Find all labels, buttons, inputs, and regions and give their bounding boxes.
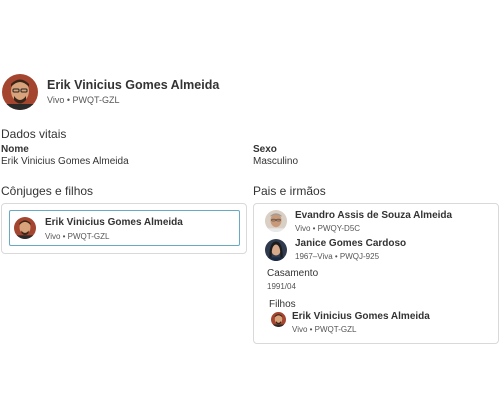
marriage-date: 1991/04 — [267, 282, 296, 291]
name-label: Nome — [1, 144, 29, 155]
spouses-children-card: Erik Vinicius Gomes Almeida Vivo • PWQT-… — [1, 203, 247, 254]
child-sub: Vivo • PWQT-GZL — [292, 325, 357, 334]
mother-name[interactable]: Janice Gomes Cardoso — [295, 238, 406, 249]
mother-avatar[interactable] — [265, 239, 287, 261]
person-avatar[interactable] — [2, 74, 38, 110]
sex-value: Masculino — [253, 156, 299, 167]
family-person-card[interactable]: Erik Vinicius Gomes Almeida Vivo • PWQT-… — [9, 210, 240, 246]
spouses-children-title: Cônjuges e filhos — [1, 184, 94, 198]
father-sub: Vivo • PWQY-D5C — [295, 224, 361, 233]
parents-siblings-title: Pais e irmãos — [253, 184, 326, 198]
family-person-sub: Vivo • PWQT-GZL — [45, 232, 110, 241]
father-name[interactable]: Evandro Assis de Souza Almeida — [295, 210, 452, 221]
person-name: Erik Vinicius Gomes Almeida — [47, 78, 220, 92]
mother-sub: 1967–Viva • PWQJ-925 — [295, 252, 380, 261]
marriage-label: Casamento — [267, 268, 319, 279]
child-avatar[interactable] — [271, 312, 286, 327]
father-avatar[interactable] — [265, 210, 287, 232]
parents-siblings-card: Evandro Assis de Souza Almeida Vivo • PW… — [253, 203, 499, 344]
children-label: Filhos — [269, 299, 296, 310]
person-status-id: Vivo • PWQT-GZL — [47, 95, 120, 105]
spouse-avatar — [14, 217, 36, 239]
family-person-name[interactable]: Erik Vinicius Gomes Almeida — [45, 217, 183, 228]
sex-label: Sexo — [253, 144, 277, 155]
name-value: Erik Vinicius Gomes Almeida — [1, 156, 129, 167]
vitals-title: Dados vitais — [1, 127, 67, 141]
child-name[interactable]: Erik Vinicius Gomes Almeida — [292, 311, 430, 322]
